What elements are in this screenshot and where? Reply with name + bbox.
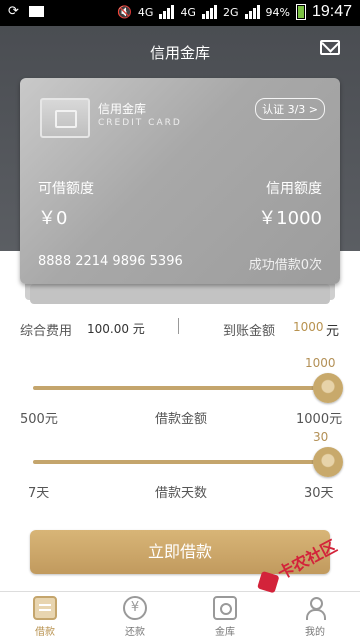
amount-current-value: 1000	[305, 356, 336, 370]
mail-icon[interactable]	[320, 40, 340, 55]
limit-value: ￥1000	[258, 208, 322, 229]
days-slider-thumb[interactable]	[313, 447, 343, 477]
amount-slider-label: 借款金额	[155, 412, 208, 427]
card-number: 8888 2214 9896 5396	[38, 254, 183, 269]
page-title: 信用金库	[149, 44, 210, 62]
status-bar: ⟳ 🔇 4G 4G 2G 94% 19:47	[0, 0, 360, 26]
received-value: 1000	[293, 320, 324, 334]
mute-icon: 🔇	[116, 5, 132, 19]
available-label: 可借额度	[38, 181, 94, 197]
card-name: 信用金库	[98, 102, 147, 116]
nav-label-mine: 我的	[305, 627, 325, 638]
card-stack-layer-2	[30, 284, 330, 304]
received-label: 到账金额	[223, 324, 276, 339]
network-2: 4G	[180, 5, 196, 19]
card-chip-icon	[40, 98, 90, 138]
nav-item-mine[interactable]: 我的	[285, 596, 345, 638]
total-fee-value: 100.00 元	[87, 322, 145, 336]
amount-slider-thumb[interactable]	[313, 373, 343, 403]
mail-notification-icon	[28, 6, 44, 17]
fee-row: 综合费用 100.00 元 到账金额 1000 元	[0, 318, 360, 342]
amount-max-label: 1000元	[296, 412, 343, 427]
user-icon	[303, 596, 327, 620]
network-3: 2G	[222, 5, 239, 19]
loan-count: 成功借款0次	[248, 258, 322, 273]
sync-icon: ⟳	[8, 4, 19, 19]
credit-card[interactable]: 信用金库 CREDIT CARD 认证 3/3 > 可借额度 ￥0 信用额度 ￥…	[20, 78, 340, 284]
yen-circle-icon: ¥	[123, 596, 147, 620]
nav-label-vault: 金库	[215, 627, 235, 638]
nav-label-loan: 借款	[35, 627, 55, 638]
total-fee-label: 综合费用	[20, 324, 73, 339]
received-unit: 元	[326, 324, 340, 339]
nav-item-repay[interactable]: ¥ 还款	[105, 596, 165, 638]
network-1: 4G	[137, 5, 154, 19]
nav-item-vault[interactable]: 金库	[195, 596, 255, 638]
vault-icon	[213, 596, 237, 620]
amount-min-label: 500元	[20, 412, 58, 427]
days-current-value: 30	[313, 430, 329, 444]
card-subtitle: CREDIT CARD	[98, 118, 182, 128]
signal-icon-2	[201, 5, 217, 19]
loan-icon	[33, 596, 57, 620]
signal-icon	[159, 5, 175, 19]
signal-icon-3	[244, 5, 260, 19]
battery-percent: 94%	[265, 5, 290, 19]
nav-label-repay: 还款	[125, 627, 145, 638]
days-slider-label: 借款天数	[155, 486, 208, 501]
days-min-label: 7天	[28, 486, 50, 501]
nav-item-loan[interactable]: 借款	[15, 596, 75, 638]
status-icons-left: ⟳	[8, 4, 44, 19]
fee-divider	[178, 318, 179, 334]
battery-icon	[295, 4, 306, 20]
days-max-label: 30天	[304, 486, 334, 501]
days-slider-track[interactable]	[33, 460, 328, 464]
clock: 19:47	[311, 3, 352, 20]
amount-slider-track[interactable]	[33, 386, 328, 390]
limit-label: 信用额度	[266, 181, 322, 197]
available-value: ￥0	[38, 208, 68, 229]
status-icons-right: 🔇 4G 4G 2G 94% 19:47	[117, 3, 352, 21]
bottom-nav: 借款 ¥ 还款 金库 我的	[0, 591, 360, 640]
verify-badge[interactable]: 认证 3/3 >	[255, 98, 325, 120]
